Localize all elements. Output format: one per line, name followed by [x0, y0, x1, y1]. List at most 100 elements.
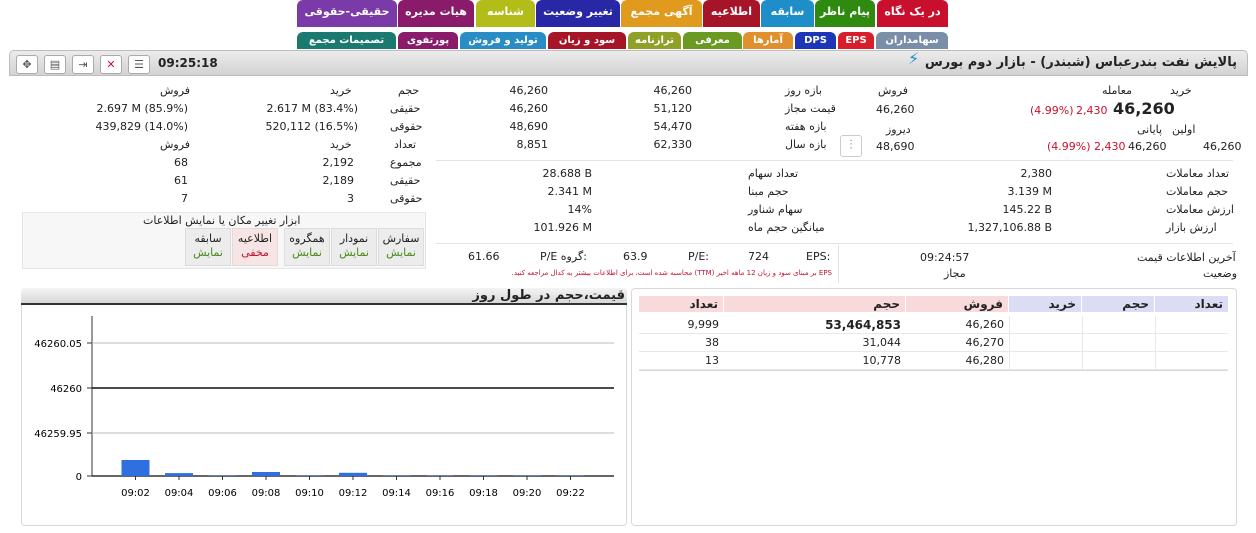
sell-label: فروش — [878, 84, 909, 97]
range-label: قیمت مجاز — [785, 102, 836, 115]
symbol-title: پالایش نفت بندرعباس (شبندر) - بازار دوم … — [924, 55, 1237, 70]
close-percent: (4.99%) — [1047, 140, 1091, 153]
tool-toggle-2[interactable]: نمودار نمایش — [331, 228, 377, 266]
subtab-9[interactable]: پورتفوی — [398, 32, 458, 49]
share-stat-value: 28.688 B — [542, 167, 592, 180]
tool-toggle-1[interactable]: سفارش نمایش — [378, 228, 424, 266]
y-tick-label: 46259.95 — [34, 429, 82, 440]
range-low: 48,690 — [509, 120, 549, 133]
close-change: 2,430 — [1094, 140, 1126, 153]
trade-label: معامله — [1102, 84, 1132, 97]
lightning-icon: ⚡ — [908, 49, 920, 68]
tab-6[interactable]: تغییر وضعیت — [536, 0, 620, 27]
share-stat-value: 14% — [567, 203, 592, 216]
document-icon[interactable]: ▤ — [44, 55, 66, 74]
subtab-3[interactable]: DPS — [795, 32, 836, 49]
subtab-5[interactable]: معرفی — [683, 32, 742, 49]
header-time: 09:25:18 — [158, 56, 218, 70]
ask-volume: 31,044 — [862, 336, 902, 349]
ask-count: 38 — [705, 336, 719, 349]
volume-bar — [252, 472, 280, 476]
tab-1[interactable]: در یک نگاه — [877, 0, 948, 27]
buy-count: 2,189 — [322, 174, 355, 187]
x-tick-label: 09:10 — [295, 488, 324, 499]
last-percent: (4.99%) — [1030, 104, 1074, 117]
ask-price: 46,270 — [965, 336, 1005, 349]
x-tick-label: 09:06 — [208, 488, 237, 499]
buy-header: خرید — [330, 84, 352, 97]
pe-label: P/E: — [688, 250, 709, 263]
subtab-7[interactable]: سود و زیان — [548, 32, 626, 49]
trade-stat-value: 1,327,106.88 B — [967, 221, 1052, 234]
tab-5[interactable]: آگهی مجمع — [621, 0, 702, 27]
subtab-10[interactable]: تصمیمات مجمع — [297, 32, 396, 49]
row-label: حقیقی — [390, 102, 421, 115]
group-pe-label: P/E گروه: — [540, 250, 587, 263]
list-icon[interactable]: ☰ — [128, 55, 150, 74]
tab-2[interactable]: پیام ناظر — [815, 0, 875, 27]
orderbook-header-6: تعداد — [639, 296, 723, 312]
subtab-6[interactable]: ترازنامه — [628, 32, 681, 49]
range-low: 8,851 — [516, 138, 549, 151]
volume-bar — [165, 473, 193, 476]
status-value: مجاز — [944, 267, 966, 280]
tool-name: اطلاعیه — [237, 232, 273, 245]
x-tick-label: 09:12 — [339, 488, 368, 499]
share-stat-label: حجم مبنا — [748, 185, 789, 198]
tools-icon[interactable]: ✕ — [100, 55, 122, 74]
eps-note: EPS بر مبنای سود و زیان 12 ماهه اخیر (TT… — [511, 269, 832, 277]
x-tick-label: 09:08 — [252, 488, 281, 499]
subtab-1[interactable]: سهامداران — [876, 32, 948, 49]
ask-price: 46,260 — [965, 318, 1005, 331]
ask-price: 46,280 — [965, 354, 1005, 367]
symbol-header: ✥ ▤ ⇥ ✕ ☰ 09:25:18 پالایش نفت بندرعباس (… — [9, 50, 1248, 76]
tool-state: نمایش — [386, 246, 416, 259]
move-icon[interactable]: ✥ — [16, 55, 38, 74]
export-icon[interactable]: ⇥ — [72, 55, 94, 74]
trade-stat-value: 3.139 M — [1007, 185, 1052, 198]
row-label: مجموع — [390, 156, 422, 169]
cell-divider — [1155, 316, 1156, 334]
tool-state: نمایش — [292, 246, 322, 259]
orderbook-header-5: حجم — [724, 296, 905, 312]
y-tick-label: 46260 — [50, 384, 82, 395]
tool-toggle-5[interactable]: سابقه نمایش — [185, 228, 231, 266]
ask-count: 9,999 — [687, 318, 720, 331]
tab-8[interactable]: هیات مدیره — [398, 0, 474, 27]
range-low: 46,260 — [509, 102, 549, 115]
buy-header: خرید — [330, 138, 352, 151]
close-label: پایانی — [1137, 123, 1163, 136]
tool-state: مخفی — [241, 246, 269, 259]
divider — [838, 245, 839, 283]
divider — [436, 243, 1233, 244]
tool-name: نمودار — [339, 232, 369, 245]
tab-3[interactable]: سابقه — [761, 0, 814, 27]
subtab-8[interactable]: تولید و فروش — [460, 32, 546, 49]
chart-title: قیمت،حجم در طول روز — [472, 288, 625, 303]
tab-7[interactable]: شناسه — [476, 0, 535, 27]
tool-toggle-4[interactable]: اطلاعیه مخفی — [232, 228, 278, 266]
buy-count: 3 — [347, 192, 354, 205]
share-stat-label: میانگین حجم ماه — [748, 221, 825, 234]
tab-4[interactable]: اطلاعیه — [703, 0, 760, 27]
tool-name: سابقه — [194, 232, 222, 245]
first-label: اولین — [1172, 123, 1196, 136]
trade-stat-value: 145.22 B — [1002, 203, 1052, 216]
tab-9[interactable]: حقیقی-حقوقی — [297, 0, 397, 27]
row-label: حقوقی — [390, 120, 423, 133]
subtab-2[interactable]: EPS — [838, 32, 874, 49]
trade-stat-label: حجم معاملات — [1166, 185, 1229, 198]
cell-divider — [1082, 352, 1083, 370]
subtab-4[interactable]: آمارها — [743, 32, 793, 49]
range-low: 46,260 — [509, 84, 549, 97]
tool-toggle-3[interactable]: همگروه نمایش — [284, 228, 330, 266]
share-stat-value: 2.341 M — [547, 185, 592, 198]
cell-divider — [1009, 334, 1010, 352]
equalizer-icon[interactable]: ⫶ — [840, 135, 862, 157]
x-tick-label: 09:16 — [426, 488, 455, 499]
eps-value: 724 — [748, 250, 769, 263]
sell-value: 46,260 — [876, 103, 915, 116]
sell-header: فروش — [160, 138, 191, 151]
x-tick-label: 09:18 — [469, 488, 498, 499]
last-price: 46,260 — [1113, 99, 1175, 118]
